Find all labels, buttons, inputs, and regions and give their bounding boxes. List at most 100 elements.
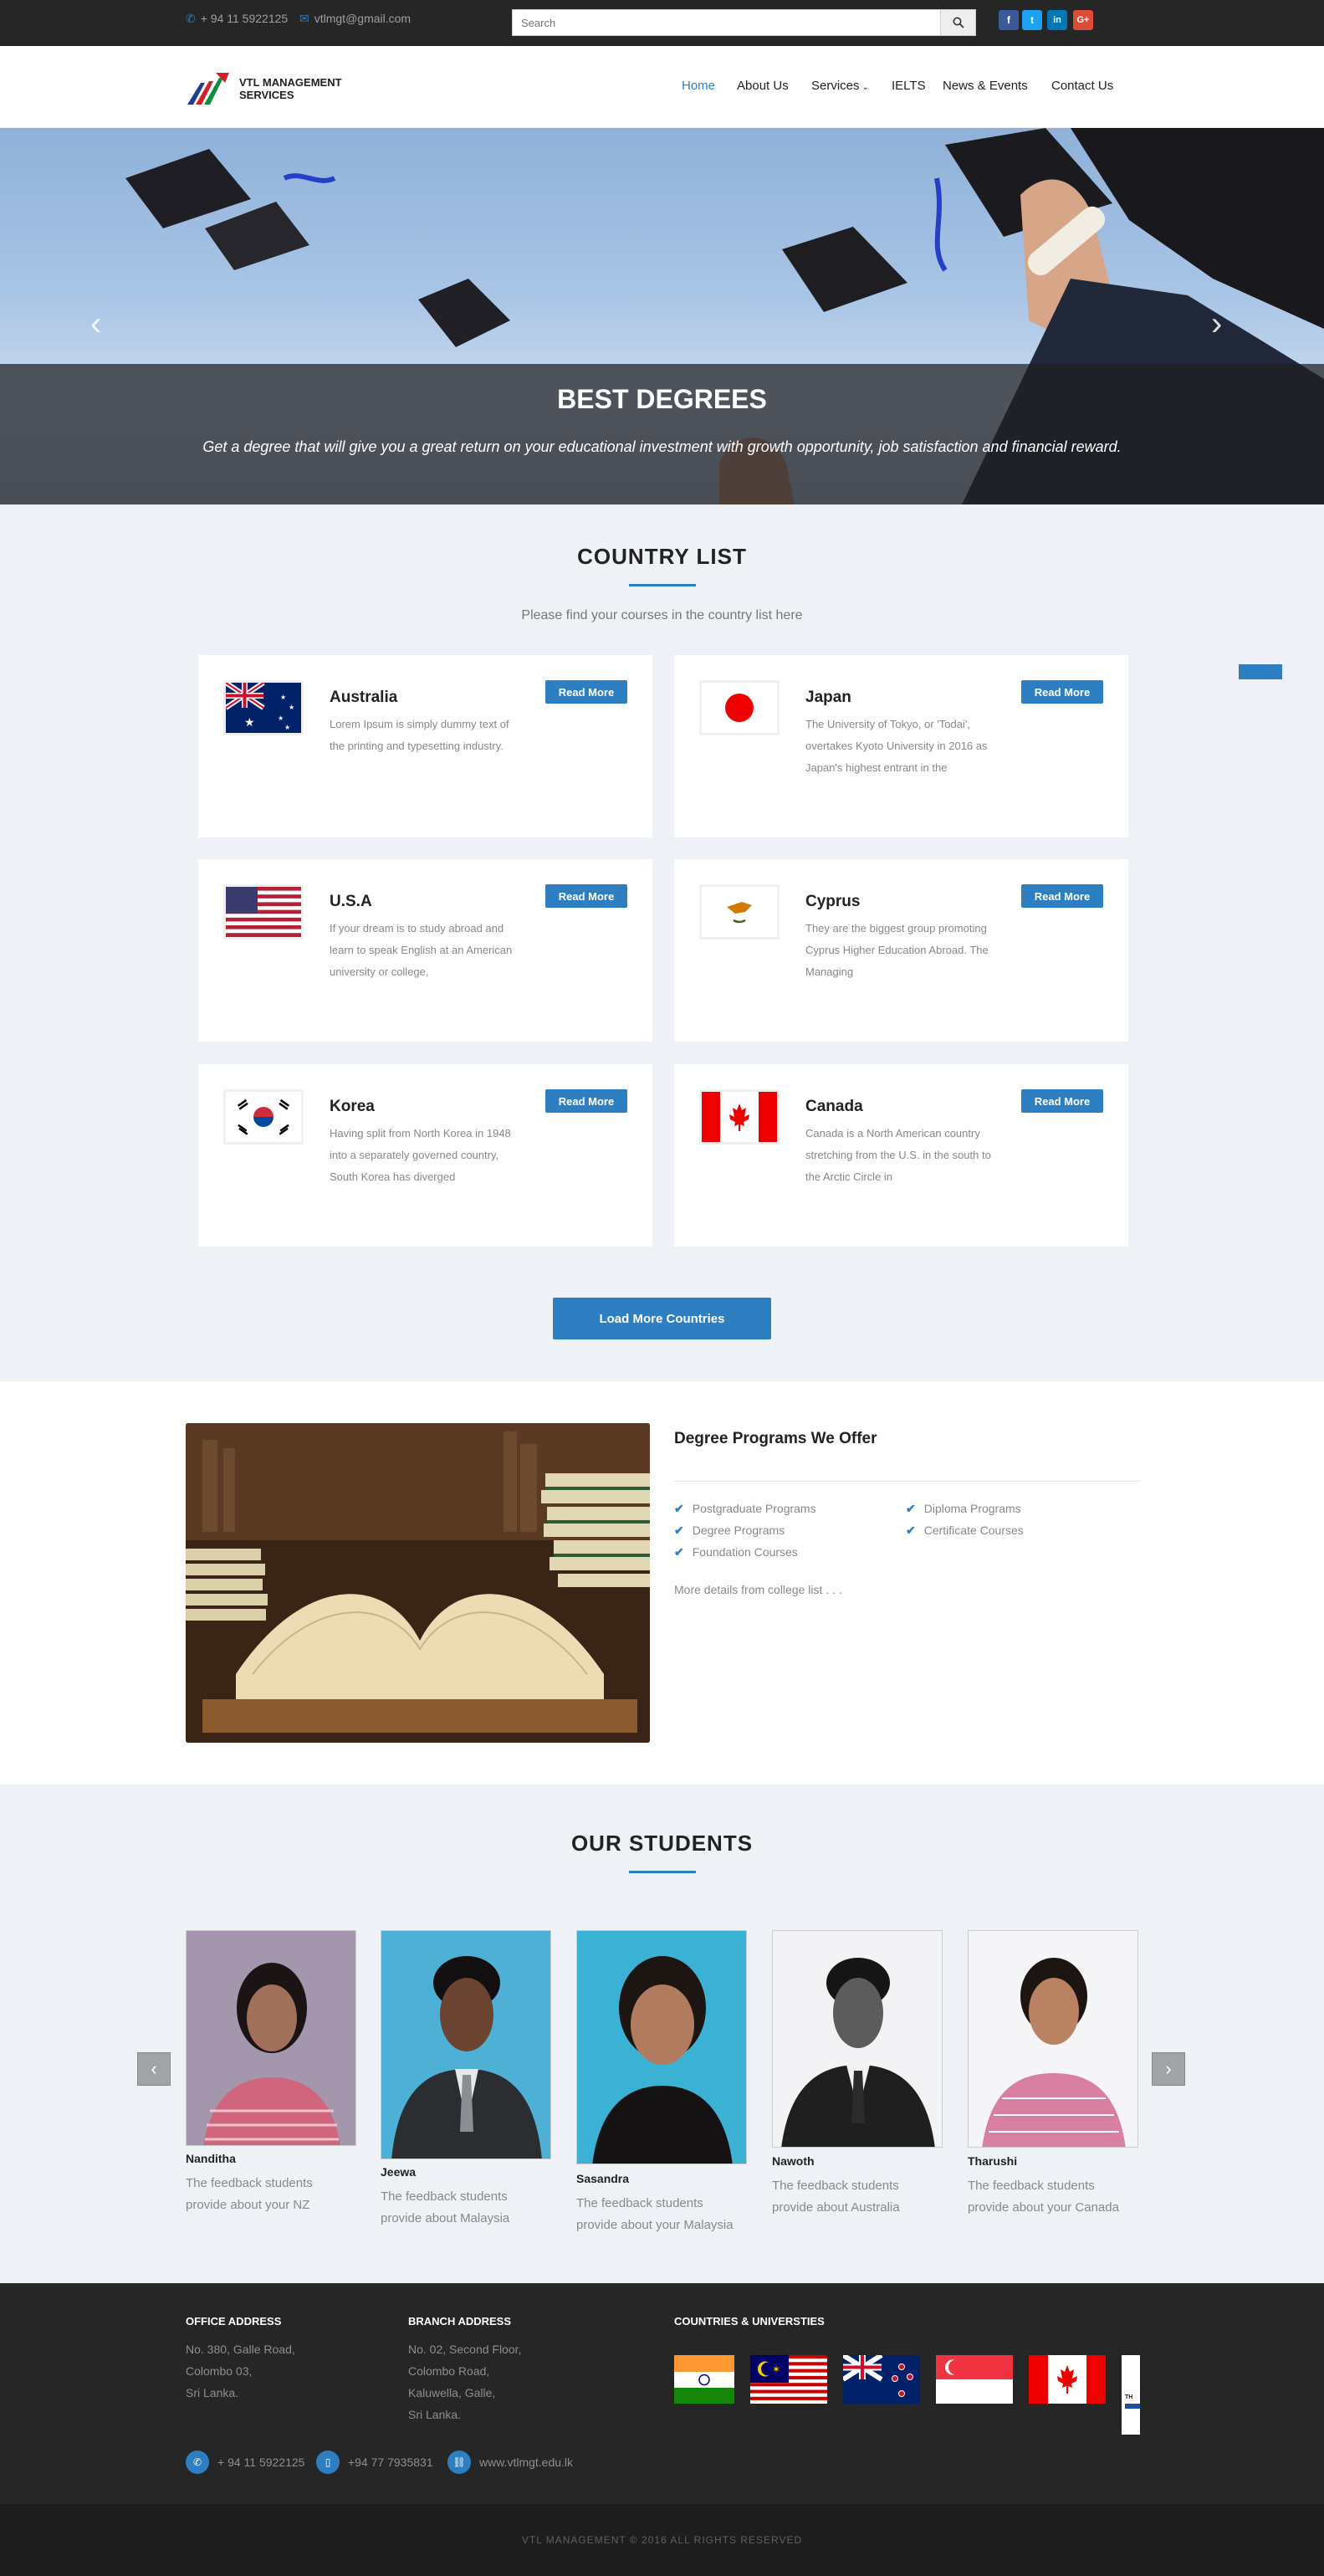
program-item: ✔ Diploma Programs <box>906 1502 1021 1516</box>
branch-address: No. 02, Second Floor, Colombo Road, Kalu… <box>408 2338 521 2425</box>
country-name: Cyprus <box>805 893 861 910</box>
nav-services-label: Services <box>811 79 860 93</box>
student-name: Sasandra <box>576 2172 630 2185</box>
top-email-text[interactable]: vtlmgt@gmail.com <box>314 12 411 25</box>
branch-line: No. 02, Second Floor, <box>408 2343 522 2356</box>
korea-flag <box>223 1089 304 1145</box>
phone-icon: ✆ <box>186 12 196 25</box>
branch-address-title: BRANCH ADDRESS <box>408 2315 512 2328</box>
nav-news-events[interactable]: News & Events <box>943 79 1028 93</box>
envelope-icon: ✉ <box>299 12 309 25</box>
hero-next-arrow[interactable]: › <box>1211 305 1222 343</box>
footer-website-text[interactable]: www.vtlmgt.edu.lk <box>479 2456 573 2469</box>
read-more-button[interactable]: Read More <box>545 884 627 908</box>
programs-more-link[interactable]: More details from college list . . . <box>674 1583 842 1596</box>
check-icon: ✔ <box>674 1502 684 1515</box>
office-address: No. 380, Galle Road, Colombo 03, Sri Lan… <box>186 2338 295 2404</box>
nav-contact[interactable]: Contact Us <box>1051 79 1113 93</box>
read-more-button[interactable]: Read More <box>545 1089 627 1113</box>
india-flag[interactable] <box>674 2355 734 2404</box>
country-name: Korea <box>330 1098 375 1115</box>
svg-text:★: ★ <box>289 704 294 711</box>
university-logo-partial[interactable]: TH <box>1122 2355 1140 2435</box>
country-card-australia: ★ ★ ★ ★ ★ Australia Lorem Ipsum is simply du… <box>198 655 652 837</box>
new-zealand-flag[interactable] <box>843 2355 920 2404</box>
student-photo <box>576 1930 747 2164</box>
students-next-arrow[interactable]: › <box>1152 2052 1185 2086</box>
check-icon: ✔ <box>906 1524 916 1537</box>
search-button[interactable] <box>940 10 975 35</box>
footer-website[interactable]: ⛓ www.vtlmgt.edu.lk <box>447 2451 573 2474</box>
country-card-korea: Korea Having split from North Korea in 1… <box>198 1064 652 1247</box>
mobile-icon: ▯ <box>316 2451 340 2474</box>
program-item: ✔ Foundation Courses <box>674 1545 798 1559</box>
office-line: No. 380, Galle Road, <box>186 2343 295 2356</box>
nav-services[interactable]: Services ⌄ <box>811 79 869 93</box>
student-name: Nanditha <box>186 2152 236 2165</box>
branch-line: Colombo Road, <box>408 2364 490 2378</box>
read-more-button[interactable]: Read More <box>1021 1089 1103 1113</box>
search-icon <box>953 17 964 28</box>
google-plus-icon[interactable]: G+ <box>1073 10 1093 30</box>
check-icon: ✔ <box>674 1545 684 1559</box>
student-feedback: The feedback students provide about your… <box>186 2176 313 2212</box>
brand-name: VTL MANAGEMENT SERVICES <box>239 76 342 101</box>
program-item: ✔ Postgraduate Programs <box>674 1502 816 1516</box>
country-list-subtitle: Please find your courses in the country … <box>521 608 803 622</box>
svg-text:✶: ✶ <box>772 2363 780 2375</box>
check-icon: ✔ <box>674 1524 684 1537</box>
program-item: ✔ Certificate Courses <box>906 1524 1024 1538</box>
linkedin-icon[interactable]: in <box>1047 10 1067 30</box>
top-phone-text: + 94 11 5922125 <box>200 12 289 25</box>
students-prev-arrow[interactable]: ‹ <box>137 2052 171 2086</box>
student-feedback: The feedback students provide about your… <box>576 2196 734 2232</box>
nav-about[interactable]: About Us <box>737 79 789 93</box>
student-feedback: The feedback students provide about Mala… <box>381 2189 510 2225</box>
program-item: ✔ Degree Programs <box>674 1524 785 1538</box>
country-desc: Canada is a North American country stret… <box>805 1127 991 1183</box>
facebook-icon[interactable]: f <box>999 10 1019 30</box>
top-bar: ✆ + 94 11 5922125 ✉ vtlmgt@gmail.com f t i… <box>0 0 1324 46</box>
link-icon: ⛓ <box>447 2451 471 2474</box>
top-email[interactable]: ✉ vtlmgt@gmail.com <box>299 12 411 26</box>
canada-footer-flag[interactable] <box>1029 2355 1106 2404</box>
usa-flag <box>223 884 304 940</box>
logo-arrows-icon <box>187 73 229 105</box>
australia-flag: ★ ★ ★ ★ ★ <box>223 680 304 735</box>
copyright: VTL MANAGEMENT © 2016 ALL RIGHTS RESERVE… <box>0 2504 1324 2576</box>
svg-text:★: ★ <box>278 714 284 722</box>
svg-text:★: ★ <box>284 724 290 731</box>
country-desc: They are the biggest group promoting Cyp… <box>805 922 989 978</box>
singapore-flag[interactable] <box>936 2355 1013 2404</box>
chevron-down-icon: ⌄ <box>861 83 869 92</box>
country-card-japan: Japan The University of Tokyo, or 'Todai… <box>674 655 1128 837</box>
country-desc: The University of Tokyo, or 'Todai', ove… <box>805 718 988 774</box>
country-desc: Lorem Ipsum is simply dummy text of the … <box>330 718 509 752</box>
read-more-button[interactable]: Read More <box>1021 884 1103 908</box>
student-feedback: The feedback students provide about Aust… <box>772 2179 900 2215</box>
main-navbar: VTL MANAGEMENT SERVICES Home About Us Se… <box>0 46 1324 128</box>
read-more-button[interactable]: Read More <box>545 680 627 704</box>
title-underline <box>629 1871 696 1873</box>
search-input[interactable] <box>513 10 939 35</box>
nav-ielts[interactable]: IELTS <box>892 79 926 93</box>
nav-home[interactable]: Home <box>682 79 715 93</box>
footer-phone-text: + 94 11 5922125 <box>217 2456 305 2469</box>
twitter-icon[interactable]: t <box>1022 10 1042 30</box>
country-name: U.S.A <box>330 893 372 910</box>
hero-prev-arrow[interactable]: ‹ <box>90 305 101 343</box>
office-line: Sri Lanka. <box>186 2386 239 2399</box>
brand-logo[interactable]: VTL MANAGEMENT SERVICES <box>186 71 342 106</box>
country-card-usa: U.S.A If your dream is to study abroad a… <box>198 859 652 1042</box>
read-more-button[interactable]: Read More <box>1021 680 1103 704</box>
branch-line: Kaluwella, Galle, <box>408 2386 496 2399</box>
top-phone: ✆ + 94 11 5922125 <box>186 12 288 26</box>
phone-icon: ✆ <box>186 2451 209 2474</box>
load-more-countries-button[interactable]: Load More Countries <box>553 1298 771 1339</box>
hero-slider: ‹ › BEST DEGREES Get a degree that will … <box>0 128 1324 504</box>
malaysia-flag[interactable]: ✶ <box>750 2355 827 2404</box>
programs-title: Degree Programs We Offer <box>674 1430 877 1447</box>
svg-text:TH: TH <box>1125 2394 1132 2400</box>
program-label: Diploma Programs <box>923 1502 1021 1515</box>
side-tab[interactable] <box>1239 664 1282 679</box>
